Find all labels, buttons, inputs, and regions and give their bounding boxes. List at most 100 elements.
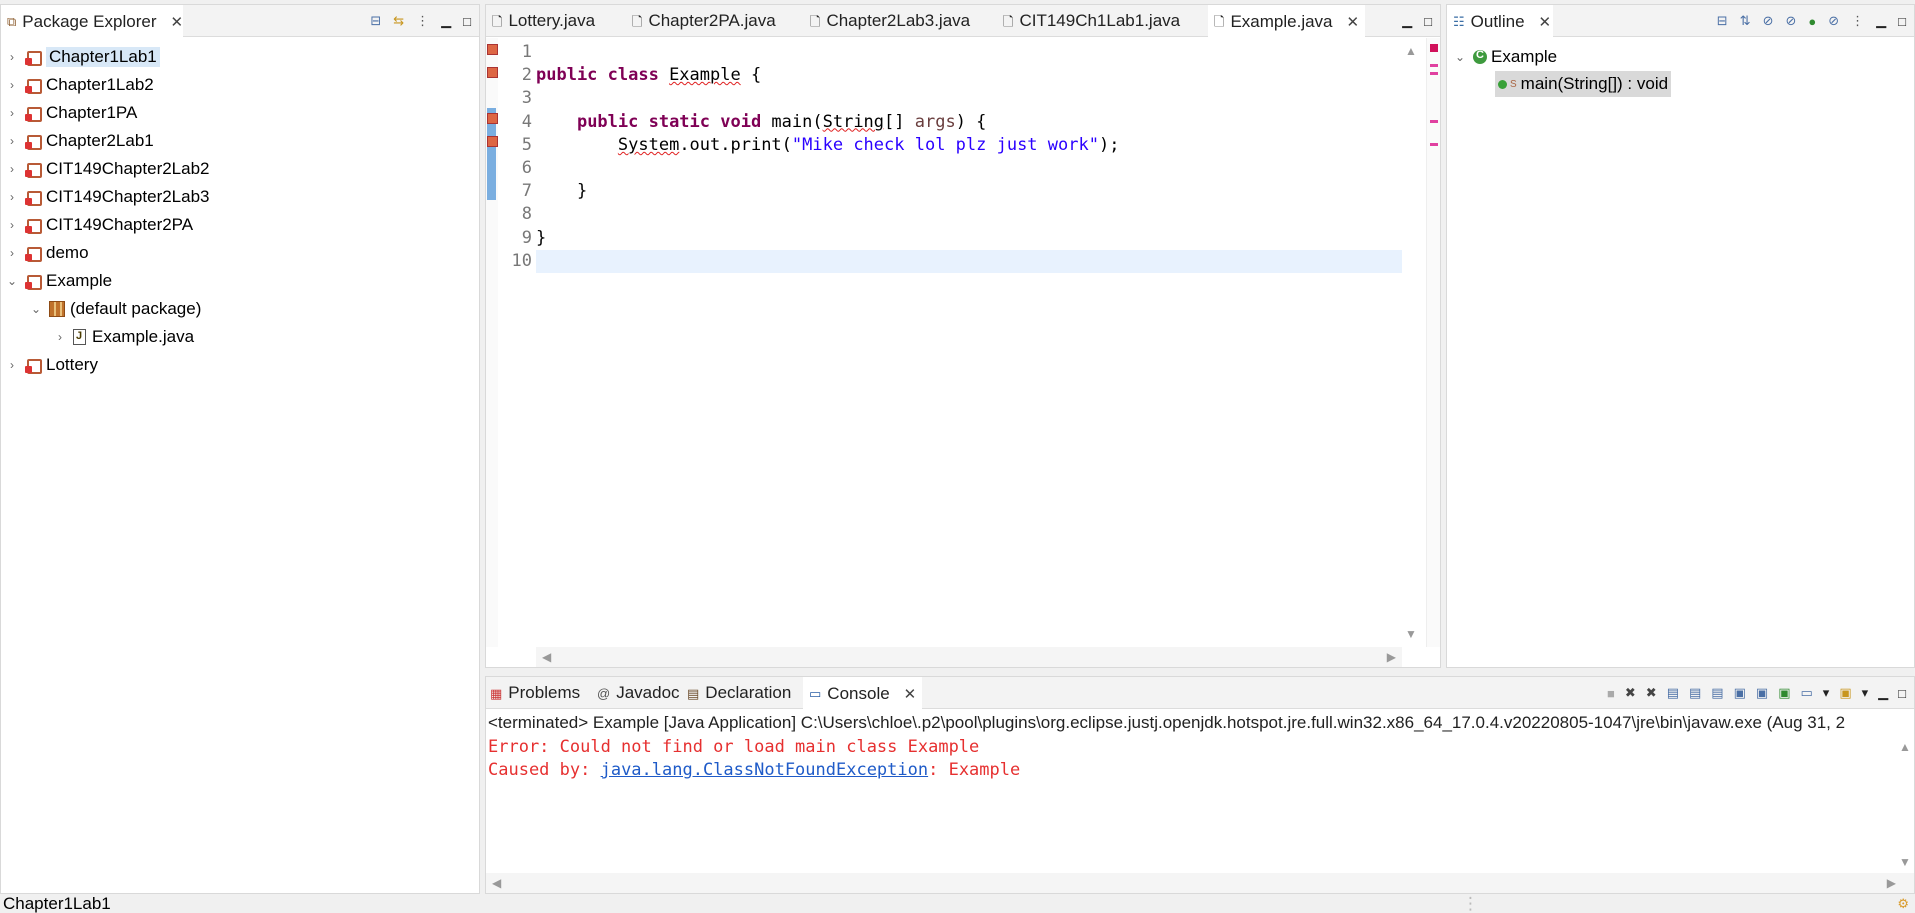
exception-link[interactable]: java.lang.ClassNotFoundException (601, 760, 929, 780)
scroll-up-icon[interactable]: ▲ (1899, 740, 1911, 754)
tree-item[interactable]: › Example.java (1, 323, 479, 351)
code-area[interactable]: public class Example { public static voi… (536, 41, 1402, 273)
pin-console-icon[interactable]: ▣ (1778, 685, 1790, 701)
tree-item[interactable]: › CIT149Chapter2Lab3 (1, 183, 479, 211)
code-line[interactable]: System.out.print("Mike check lol plz jus… (536, 134, 1402, 157)
close-icon[interactable]: ✕ (904, 685, 917, 703)
chevron-down-icon[interactable]: ⌄ (1453, 50, 1467, 64)
console-vertical-scrollbar[interactable]: ▲ ▼ (1896, 736, 1914, 873)
terminate-icon[interactable]: ■ (1607, 686, 1615, 701)
minimize-icon[interactable]: ▁ (1402, 13, 1412, 29)
collapse-all-icon[interactable]: ⊟ (370, 13, 381, 29)
chevron-right-icon[interactable]: › (5, 134, 19, 148)
tab-javadoc[interactable]: @ Javadoc (597, 677, 680, 709)
editor-vertical-scrollbar[interactable]: ▲ ▼ (1402, 38, 1418, 647)
scroll-lock-icon[interactable]: ▤ (1689, 685, 1701, 701)
chevron-down-icon[interactable]: ⌄ (5, 274, 19, 288)
scroll-left-icon[interactable]: ◀ (492, 876, 501, 890)
editor-tab-active[interactable]: 🗋 Example.java ✕ (1208, 5, 1366, 38)
tree-item[interactable]: ⌄ (default package) (1, 295, 479, 323)
error-overview-mark[interactable] (1430, 72, 1438, 75)
hide-non-public-icon[interactable]: ● (1808, 14, 1816, 29)
chevron-right-icon[interactable]: › (5, 218, 19, 232)
tree-item[interactable]: ⌄ Example (1, 267, 479, 295)
error-marker-icon[interactable] (487, 113, 498, 124)
editor-tab[interactable]: 🗋 Chapter2Lab3.java (810, 5, 970, 37)
code-line[interactable] (536, 87, 1402, 110)
tree-item[interactable]: › Chapter1PA (1, 99, 479, 127)
error-overview-mark[interactable] (1430, 120, 1438, 123)
scroll-right-icon[interactable]: ▶ (1387, 650, 1396, 664)
code-line[interactable]: } (536, 227, 1402, 250)
code-line[interactable] (536, 157, 1402, 180)
tab-problems[interactable]: ▦ Problems (490, 677, 580, 709)
current-line[interactable] (536, 249, 1402, 273)
view-menu-icon[interactable]: ⋮ (416, 13, 429, 29)
show-on-stdout-icon[interactable]: ▣ (1734, 685, 1746, 701)
minimize-icon[interactable]: ▁ (1878, 685, 1888, 701)
tree-item[interactable]: › CIT149Chapter2Lab2 (1, 155, 479, 183)
maximize-icon[interactable]: □ (1424, 14, 1432, 29)
tab-package-explorer[interactable]: ⧉ Package Explorer ✕ (1, 5, 183, 38)
code-line[interactable]: } (536, 180, 1402, 203)
chevron-right-icon[interactable]: › (5, 106, 19, 120)
link-with-editor-icon[interactable]: ⇆ (393, 13, 404, 29)
hide-static-icon[interactable]: ⊘ (1785, 13, 1796, 29)
remove-launch-icon[interactable]: ✖ (1625, 685, 1636, 701)
console-output[interactable]: Error: Could not find or load main class… (488, 736, 1020, 782)
tab-outline[interactable]: ☷ Outline ✕ (1447, 5, 1553, 38)
view-menu-icon[interactable]: ⋮ (1851, 13, 1864, 29)
chevron-right-icon[interactable]: › (5, 162, 19, 176)
chevron-right-icon[interactable]: › (5, 50, 19, 64)
error-marker-icon[interactable] (487, 67, 498, 78)
tree-item[interactable]: › demo (1, 239, 479, 267)
maximize-icon[interactable]: □ (1898, 686, 1906, 701)
error-marker-icon[interactable] (487, 44, 498, 55)
scroll-up-icon[interactable]: ▲ (1405, 44, 1417, 58)
chevron-right-icon[interactable]: › (5, 190, 19, 204)
hide-local-types-icon[interactable]: ⊘ (1828, 13, 1839, 29)
maximize-icon[interactable]: □ (1898, 14, 1906, 29)
maximize-icon[interactable]: □ (463, 14, 471, 29)
tab-declaration[interactable]: ▤ Declaration (687, 677, 791, 709)
chevron-down-icon[interactable]: ▾ (1862, 685, 1869, 701)
scroll-down-icon[interactable]: ▼ (1405, 627, 1417, 641)
code-line[interactable]: public static void main(String[] args) { (536, 111, 1402, 134)
close-icon[interactable]: ✕ (1347, 13, 1360, 31)
scroll-left-icon[interactable]: ◀ (542, 650, 551, 664)
error-overview-mark[interactable] (1430, 143, 1438, 146)
tree-item[interactable]: › Chapter1Lab1 (1, 43, 479, 71)
console-horizontal-scrollbar[interactable]: ◀ ▶ (486, 873, 1914, 893)
tab-console[interactable]: ▭ Console ✕ (803, 677, 923, 710)
outline-class-item[interactable]: ⌄ Example (1453, 43, 1557, 71)
error-summary-icon[interactable] (1430, 44, 1438, 52)
code-line[interactable] (536, 41, 1402, 64)
hide-fields-icon[interactable]: ⊘ (1763, 13, 1774, 29)
tree-item[interactable]: › CIT149Chapter2PA (1, 211, 479, 239)
open-console-icon[interactable]: ▣ (1839, 685, 1851, 701)
clear-console-icon[interactable]: ▤ (1667, 685, 1679, 701)
tree-item[interactable]: › Chapter2Lab1 (1, 127, 479, 155)
chevron-right-icon[interactable]: › (5, 358, 19, 372)
tree-item[interactable]: › Lottery (1, 351, 479, 379)
sort-icon[interactable]: ⇅ (1740, 13, 1751, 29)
collapse-all-icon[interactable]: ⊟ (1717, 13, 1728, 29)
scroll-down-icon[interactable]: ▼ (1899, 855, 1911, 869)
editor-horizontal-scrollbar[interactable]: ◀ ▶ (536, 647, 1402, 667)
chevron-down-icon[interactable]: ▾ (1823, 685, 1830, 701)
display-selected-console-icon[interactable]: ▭ (1800, 685, 1812, 701)
outline-method-item[interactable]: S main(String[]) : void (1495, 71, 1672, 97)
chevron-right-icon[interactable]: › (53, 330, 67, 344)
error-overview-mark[interactable] (1430, 64, 1438, 67)
code-line[interactable] (536, 203, 1402, 226)
error-marker-icon[interactable] (487, 136, 498, 147)
chevron-right-icon[interactable]: › (5, 78, 19, 92)
editor-tab[interactable]: 🗋 CIT149Ch1Lab1.java (1003, 5, 1180, 37)
code-line[interactable]: public class Example { (536, 64, 1402, 87)
remove-all-terminated-icon[interactable]: ✖ (1646, 685, 1657, 701)
tree-item[interactable]: › Chapter1Lab2 (1, 71, 479, 99)
show-on-stderr-icon[interactable]: ▣ (1756, 685, 1768, 701)
close-icon[interactable]: ✕ (1539, 13, 1552, 31)
word-wrap-icon[interactable]: ▤ (1711, 685, 1723, 701)
minimize-icon[interactable]: ▁ (441, 13, 451, 29)
